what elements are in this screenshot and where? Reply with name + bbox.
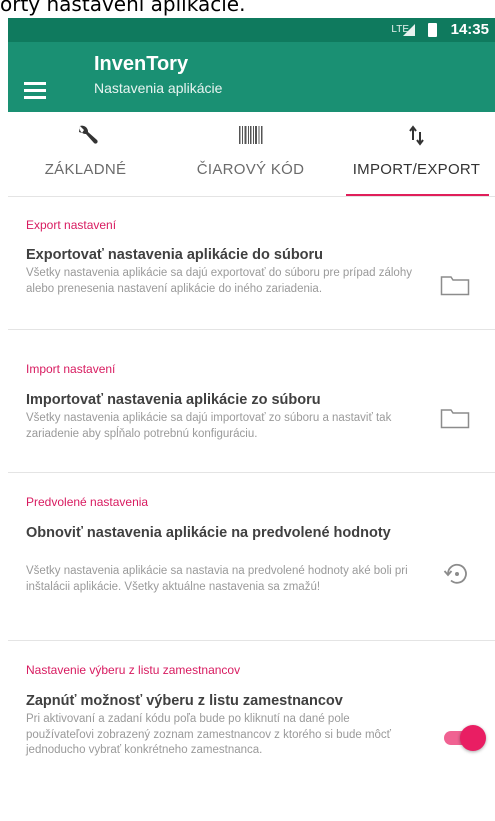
toggle-thumb — [460, 725, 486, 751]
section-category: Predvolené nastavenia — [26, 495, 149, 509]
settings-list: Export nastavení Exportovať nastavenia a… — [8, 197, 495, 821]
section-import[interactable]: Import nastavení Importovať nastavenia a… — [8, 330, 495, 473]
section-description: Všetky nastavenia aplikácie sa dajú impo… — [26, 412, 392, 440]
active-tab-indicator — [346, 194, 489, 196]
section-defaults[interactable]: Predvolené nastavenia Obnoviť nastavenia… — [8, 473, 495, 641]
restore-icon[interactable] — [442, 559, 472, 589]
tab-import-export[interactable]: IMPORT/EXPORT — [338, 112, 495, 196]
section-title: Obnoviť nastavenia aplikácie na predvole… — [26, 525, 391, 541]
wrench-icon — [78, 125, 98, 144]
battery-icon — [428, 23, 437, 37]
section-title: Exportovať nastavenia aplikácie do súbor… — [26, 247, 324, 263]
folder-icon[interactable] — [440, 407, 470, 429]
tab-bar: ZÁKLADNÉ ČIAROVÝ KÓD IMPORT/EXPORT — [8, 112, 495, 197]
section-description: Pri aktivovaní a zadaní kódu poľa bude p… — [26, 713, 391, 756]
image-caption: orty nastavení aplikácie. — [0, 0, 495, 18]
tab-ciarovy-kod[interactable]: ČIAROVÝ KÓD — [163, 112, 338, 196]
tab-zakladne[interactable]: ZÁKLADNÉ — [8, 112, 163, 196]
tab-label: ZÁKLADNÉ — [44, 161, 127, 178]
import-export-arrows-icon — [408, 125, 424, 146]
section-title: Importovať nastavenia aplikácie zo súbor… — [26, 392, 321, 408]
section-category: Export nastavení — [26, 218, 117, 232]
tab-label: ČIAROVÝ KÓD — [196, 161, 305, 178]
section-description: Všetky nastavenia aplikácie sa dajú expo… — [26, 267, 412, 295]
section-employee-list: Nastavenie výberu z listu zamestnancov Z… — [8, 641, 495, 821]
signal-icon: LTE — [391, 24, 415, 36]
section-title: Zapnúť možnosť výberu z listu zamestnanc… — [26, 693, 343, 709]
section-export[interactable]: Export nastavení Exportovať nastavenia a… — [8, 197, 495, 330]
app-title: InvenTory — [94, 53, 189, 75]
menu-icon[interactable] — [24, 82, 46, 99]
section-category: Import nastavení — [26, 362, 116, 376]
tab-label: IMPORT/EXPORT — [352, 161, 481, 178]
status-time: 14:35 — [450, 21, 489, 38]
folder-icon[interactable] — [440, 274, 470, 296]
section-description: Všetky nastavenia aplikácie sa nastavia … — [26, 565, 408, 593]
status-bar: LTE 14:35 — [8, 18, 495, 42]
app-subtitle: Nastavenia aplikácie — [94, 80, 223, 96]
section-category: Nastavenie výberu z listu zamestnancov — [26, 663, 241, 677]
barcode-icon — [238, 126, 262, 144]
employee-list-toggle[interactable] — [442, 725, 486, 751]
